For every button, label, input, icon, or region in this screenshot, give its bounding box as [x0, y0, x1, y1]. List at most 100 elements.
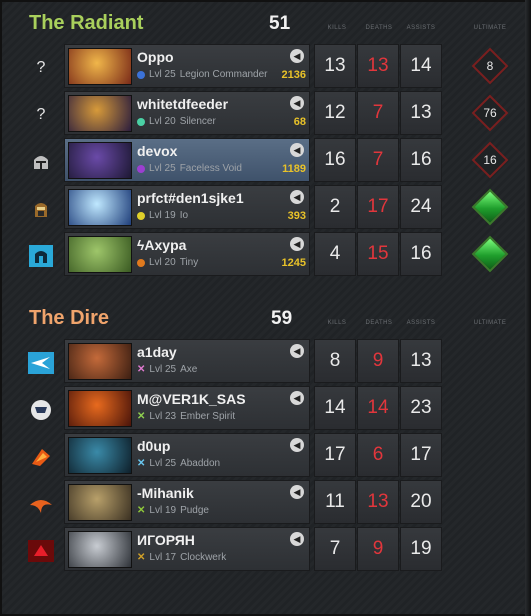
player-row[interactable]: ИГОРЯН ✕ Lvl 17 Clockwerk ◀ 7 9 19 [0, 527, 531, 571]
ultimate-column-header: ULTIMATE [473, 25, 507, 31]
hero-portrait [68, 437, 132, 474]
ultimate-indicator [471, 235, 509, 273]
helmet-icon [28, 198, 54, 220]
hero-portrait [68, 236, 132, 273]
deaths-column-header: DEATHS [365, 25, 393, 31]
hero-portrait [68, 484, 132, 521]
hero-name: Legion Commander [179, 69, 268, 80]
deaths-value: 14 [357, 386, 399, 430]
player-gold: 68 [293, 116, 306, 128]
player-name: Oppo [137, 49, 174, 65]
radiant-team-name: The Radiant [29, 12, 144, 34]
hero-portrait [68, 142, 132, 179]
player-hero-info: ✕ Lvl 19 Pudge [137, 505, 277, 516]
player-row[interactable]: ? Oppo Lvl 25 Legion Commander ◀ 2136 13 13 14 8 [0, 44, 531, 88]
cross-icon: ✕ [137, 364, 146, 375]
hero-name: Silencer [179, 116, 216, 127]
player-name: M@VER1K_SAS [137, 391, 246, 407]
hero-portrait [68, 95, 132, 132]
player-hero-info: Lvl 19 Io [137, 210, 277, 221]
player-color-dot [137, 117, 145, 126]
player-card[interactable]: Oppo Lvl 25 Legion Commander ◀ 2136 [64, 44, 310, 88]
kills-column-header: KILLS [327, 25, 347, 31]
cross-icon: ✕ [137, 458, 146, 469]
player-card[interactable]: ИГОРЯН ✕ Lvl 17 Clockwerk ◀ [64, 527, 310, 571]
kills-value: 4 [314, 232, 356, 276]
player-row[interactable]: prfct#den1sjke1 Lvl 19 Io ◀ 393 2 17 24 [0, 185, 531, 229]
hero-portrait [68, 343, 132, 380]
team-logo-icon [28, 352, 54, 374]
hero-level: Lvl 23 [149, 411, 177, 422]
speaker-icon[interactable]: ◀ [290, 49, 304, 63]
speaker-icon[interactable]: ◀ [290, 391, 304, 405]
player-row[interactable]: ϟAxypa Lvl 20 Tiny ◀ 1245 4 15 16 [0, 232, 531, 276]
hero-level: Lvl 25 [149, 458, 177, 469]
speaker-icon[interactable]: ◀ [290, 532, 304, 546]
player-name: prfct#den1sjke1 [137, 190, 244, 206]
player-row[interactable]: M@VER1K_SAS ✕ Lvl 23 Ember Spirit ◀ 14 14 23 [0, 386, 531, 430]
speaker-icon[interactable]: ◀ [290, 237, 304, 251]
hero-level: Lvl 25 [149, 69, 176, 80]
question-icon: ? [36, 106, 46, 123]
kills-value: 17 [314, 433, 356, 477]
hero-level: Lvl 19 [149, 505, 177, 516]
assists-column-header: ASSISTS [406, 25, 436, 31]
speaker-icon[interactable]: ◀ [290, 96, 304, 110]
kills-column-header: KILLS [327, 320, 347, 326]
player-color-dot [137, 70, 145, 79]
player-card[interactable]: devox Lvl 25 Faceless Void ◀ 1189 [64, 138, 310, 182]
player-color-dot [137, 211, 145, 220]
hero-name: Ember Spirit [180, 411, 236, 422]
kills-value: 8 [314, 339, 356, 383]
cross-icon: ✕ [137, 411, 146, 422]
speaker-icon[interactable]: ◀ [290, 143, 304, 157]
player-gold: 2136 [281, 69, 306, 81]
player-row[interactable]: d0up ✕ Lvl 25 Abaddon ◀ 17 6 17 [0, 433, 531, 477]
player-card[interactable]: whitetdfeeder Lvl 20 Silencer ◀ 68 [64, 91, 310, 135]
player-row[interactable]: a1day ✕ Lvl 25 Axe ◀ 8 9 13 [0, 339, 531, 383]
assists-column-header: ASSISTS [406, 320, 436, 326]
assists-value: 24 [400, 185, 442, 229]
speaker-icon[interactable]: ◀ [290, 438, 304, 452]
hero-level: Lvl 20 [149, 257, 176, 268]
player-card[interactable]: a1day ✕ Lvl 25 Axe ◀ [64, 339, 310, 383]
player-gold: 1245 [281, 257, 306, 269]
player-name: a1day [137, 344, 177, 360]
deaths-value: 7 [357, 91, 399, 135]
hero-name: Pudge [180, 505, 209, 516]
speaker-icon[interactable]: ◀ [290, 344, 304, 358]
kills-value: 7 [314, 527, 356, 571]
ultimate-ready-icon [471, 188, 509, 226]
assists-value: 20 [400, 480, 442, 524]
player-card[interactable]: ϟAxypa Lvl 20 Tiny ◀ 1245 [64, 232, 310, 276]
player-row[interactable]: ? whitetdfeeder Lvl 20 Silencer ◀ 68 12 7 13 76 [0, 91, 531, 135]
deaths-value: 13 [357, 44, 399, 88]
spartan-helmet-icon [28, 245, 54, 267]
player-card[interactable]: prfct#den1sjke1 Lvl 19 Io ◀ 393 [64, 185, 310, 229]
player-card[interactable]: d0up ✕ Lvl 25 Abaddon ◀ [64, 433, 310, 477]
player-hero-info: Lvl 25 Faceless Void [137, 163, 277, 174]
player-card[interactable]: -Mihanik ✕ Lvl 19 Pudge ◀ [64, 480, 310, 524]
assists-value: 16 [400, 138, 442, 182]
assists-value: 17 [400, 433, 442, 477]
player-name: d0up [137, 438, 171, 454]
cross-icon: ✕ [137, 505, 146, 516]
player-card[interactable]: M@VER1K_SAS ✕ Lvl 23 Ember Spirit ◀ [64, 386, 310, 430]
player-hero-info: Lvl 20 Silencer [137, 116, 277, 127]
hero-name: Io [179, 210, 189, 221]
deaths-value: 13 [357, 480, 399, 524]
player-row[interactable]: -Mihanik ✕ Lvl 19 Pudge ◀ 11 13 20 [0, 480, 531, 524]
hero-portrait [68, 189, 132, 226]
hero-portrait [68, 390, 132, 427]
speaker-icon[interactable]: ◀ [290, 190, 304, 204]
assists-value: 19 [400, 527, 442, 571]
player-row[interactable]: devox Lvl 25 Faceless Void ◀ 1189 16 7 16 16 [0, 138, 531, 182]
kills-value: 2 [314, 185, 356, 229]
speaker-icon[interactable]: ◀ [290, 485, 304, 499]
cross-icon: ✕ [137, 552, 146, 563]
deaths-value: 17 [357, 185, 399, 229]
player-hero-info: Lvl 25 Legion Commander [137, 69, 277, 80]
radiant-team-score: 51 [269, 13, 291, 34]
kills-value: 14 [314, 386, 356, 430]
deaths-column-header: DEATHS [365, 320, 393, 326]
